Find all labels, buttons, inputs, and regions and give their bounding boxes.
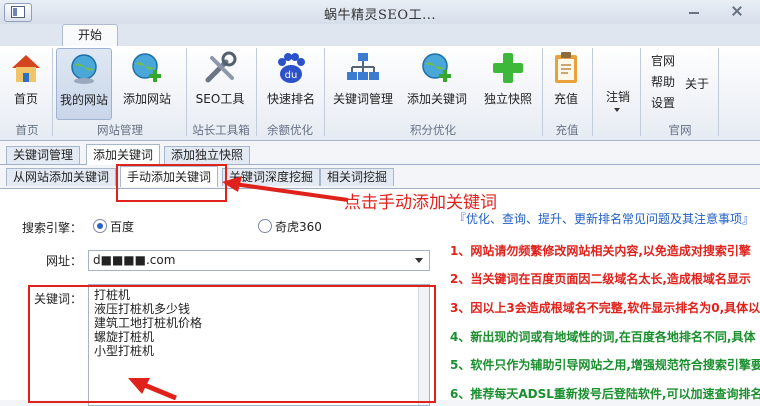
- url-select[interactable]: d■■■■.com: [88, 250, 430, 271]
- help-link[interactable]: 帮助: [651, 73, 675, 90]
- group-label-webmaster-tools: 站长工具箱: [192, 123, 250, 137]
- url-label: 网址：: [45, 254, 82, 268]
- arrow-icon: [222, 176, 349, 202]
- tab-keyword-manage[interactable]: 关键词管理: [6, 146, 81, 164]
- group-label-points: 积分优化: [410, 123, 456, 137]
- url-select-value: d■■■■.com: [93, 253, 176, 267]
- recharge-button[interactable]: 充值: [546, 48, 586, 118]
- radio-360[interactable]: [258, 219, 272, 233]
- add-site-button[interactable]: 添加网站: [118, 48, 176, 118]
- tips-panel: 『优化、查询、提升、更新排名常见问题及其注意事项』 1、网站请勿频繁修改网站相关…: [446, 189, 760, 400]
- home-button[interactable]: 首页: [4, 48, 48, 118]
- annotation-callout: 点击手动添加关键词: [344, 193, 497, 213]
- tab-from-site[interactable]: 从网站添加关键词: [6, 168, 117, 186]
- tools-icon: [205, 51, 237, 83]
- quick-rank-button[interactable]: du 快速排名: [262, 48, 320, 118]
- group-label-balance: 余额优化: [267, 123, 313, 137]
- tip-item: 5、软件只作为辅助引导网站之用,增强规范符合搜索引擎要求: [450, 358, 760, 372]
- sub-tab-bar: 从网站添加关键词 手动添加关键词 关键词深度挖掘 相关词挖掘: [0, 166, 760, 189]
- clipboard-icon: [555, 52, 577, 83]
- ribbon: 首页 我的网站 添加网站 SEO工具 du 快速排名 关键词管理 添加关键词 独…: [0, 46, 760, 141]
- minimize-button[interactable]: [682, 4, 706, 19]
- snapshot-button[interactable]: 独立快照: [478, 48, 538, 118]
- home-icon: [12, 55, 40, 82]
- tip-item: 3、因以上3会造成根域名不完整,软件显示排名为0,具体以显: [450, 301, 760, 315]
- arrow-icon: [128, 378, 177, 400]
- engine-label: 搜索引擎：: [21, 221, 82, 235]
- logout-button[interactable]: 注销: [606, 88, 630, 105]
- main-tab-bar: 关键词管理 添加关键词 添加独立快照: [0, 144, 760, 165]
- radio-baidu[interactable]: [93, 219, 107, 233]
- baidu-paw-icon: du: [278, 53, 305, 83]
- ribbon-tab-start[interactable]: 开始: [62, 24, 118, 47]
- globe-add-icon: [422, 53, 451, 82]
- tip-item: 4、新出现的词或有地域性的词,在百度各地排名不同,具体: [450, 330, 756, 344]
- group-label-recharge: 充值: [555, 123, 579, 137]
- svg-text:du: du: [285, 70, 298, 81]
- globe-icon: [71, 54, 97, 84]
- my-sites-button[interactable]: 我的网站: [56, 48, 112, 120]
- tab-add-snapshot[interactable]: 添加独立快照: [164, 146, 251, 164]
- window-title: 蜗牛精灵SEO工...: [324, 8, 436, 23]
- group-label-site-manage: 网站管理: [97, 123, 143, 137]
- sitemap-icon: [347, 53, 379, 80]
- tip-item: 6、推荐每天ADSL重新拨号后登陆软件,可以加速查询排名和: [450, 387, 760, 400]
- ribbon-tab-strip: 开始: [0, 24, 760, 47]
- official-site-link[interactable]: 官网: [651, 52, 675, 69]
- chevron-down-icon[interactable]: [415, 258, 423, 263]
- highlight-box-tab: [116, 164, 227, 202]
- tip-item: 2、当关键词在百度页面因二级域名太长,造成根域名显示: [450, 272, 751, 286]
- tip-item: 1、网站请勿频繁修改网站相关内容,以免造成对搜索引擎: [450, 244, 751, 258]
- add-keyword-button[interactable]: 添加关键词: [404, 48, 470, 118]
- close-button[interactable]: [720, 4, 754, 19]
- about-link[interactable]: 关于: [685, 75, 709, 92]
- tips-heading: 『优化、查询、提升、更新排名常见问题及其注意事项』: [454, 212, 755, 226]
- highlight-box-keywords: [28, 285, 436, 403]
- group-label-official: 官网: [668, 123, 692, 137]
- plus-icon: [493, 53, 523, 83]
- radio-360-label[interactable]: 奇虎360: [275, 218, 322, 235]
- radio-baidu-label[interactable]: 百度: [110, 218, 134, 235]
- keyword-manage-button[interactable]: 关键词管理: [330, 48, 396, 118]
- logout-dropdown-arrow[interactable]: [614, 108, 620, 112]
- title-bar: 蜗牛精灵SEO工...: [0, 0, 760, 25]
- settings-link[interactable]: 设置: [651, 94, 675, 111]
- tab-add-keyword[interactable]: 添加关键词: [86, 144, 161, 165]
- globe-add-icon: [132, 53, 161, 82]
- seo-tools-button[interactable]: SEO工具: [192, 48, 248, 118]
- group-label-home: 首页: [15, 123, 39, 137]
